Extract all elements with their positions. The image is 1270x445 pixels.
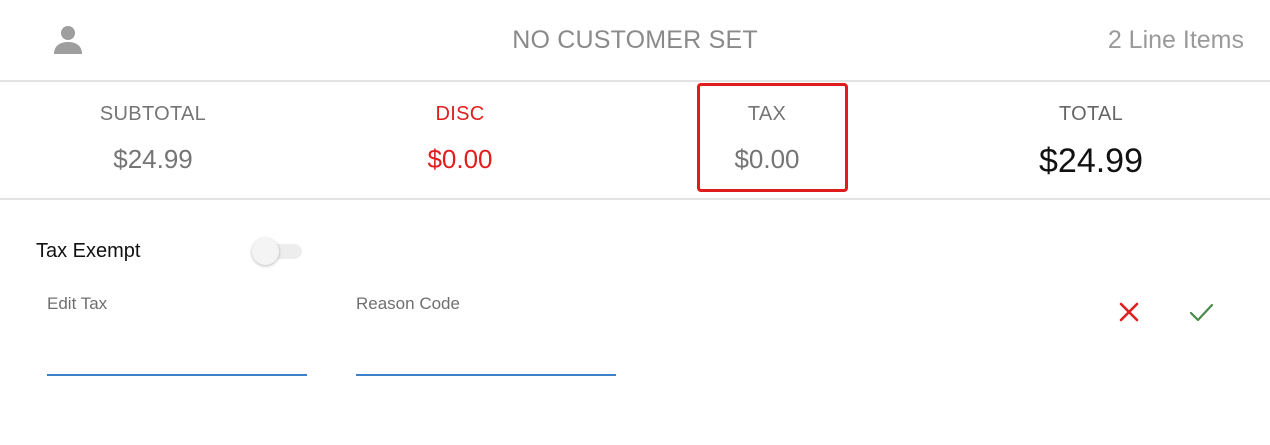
- toggle-knob: [252, 238, 279, 265]
- edit-tax-field: Edit Tax: [47, 294, 307, 380]
- tax-edit-screen: NO CUSTOMER SET 2 Line Items SUBTOTAL $2…: [0, 0, 1270, 445]
- subtotal-label: SUBTOTAL: [99, 103, 207, 125]
- total-label: TOTAL: [1058, 103, 1124, 125]
- tax-exempt-label: Tax Exempt: [36, 240, 141, 262]
- discount-label: DISC: [435, 103, 485, 125]
- reason-code-input[interactable]: [356, 334, 616, 376]
- edit-tax-input[interactable]: [47, 334, 307, 376]
- tax-label: TAX: [747, 103, 787, 125]
- totals-row: SUBTOTAL $24.99 DISC $0.00 TAX $0.00 TOT…: [0, 82, 1270, 200]
- order-header: NO CUSTOMER SET 2 Line Items: [0, 0, 1270, 82]
- reason-code-field: Reason Code: [356, 294, 616, 380]
- tax-value: $0.00: [734, 144, 800, 174]
- total-value: $24.99: [1039, 142, 1143, 180]
- discount-value: $0.00: [427, 144, 493, 174]
- line-items-count[interactable]: 2 Line Items: [1108, 26, 1244, 55]
- check-icon[interactable]: [1187, 298, 1215, 326]
- close-icon[interactable]: [1115, 298, 1143, 326]
- tax-highlight-annotation: [697, 83, 848, 192]
- customer-label[interactable]: NO CUSTOMER SET: [0, 26, 1270, 55]
- subtotal-value: $24.99: [113, 144, 193, 174]
- tax-exempt-toggle[interactable]: [252, 237, 304, 265]
- reason-code-label: Reason Code: [356, 294, 460, 313]
- edit-tax-label: Edit Tax: [47, 294, 108, 313]
